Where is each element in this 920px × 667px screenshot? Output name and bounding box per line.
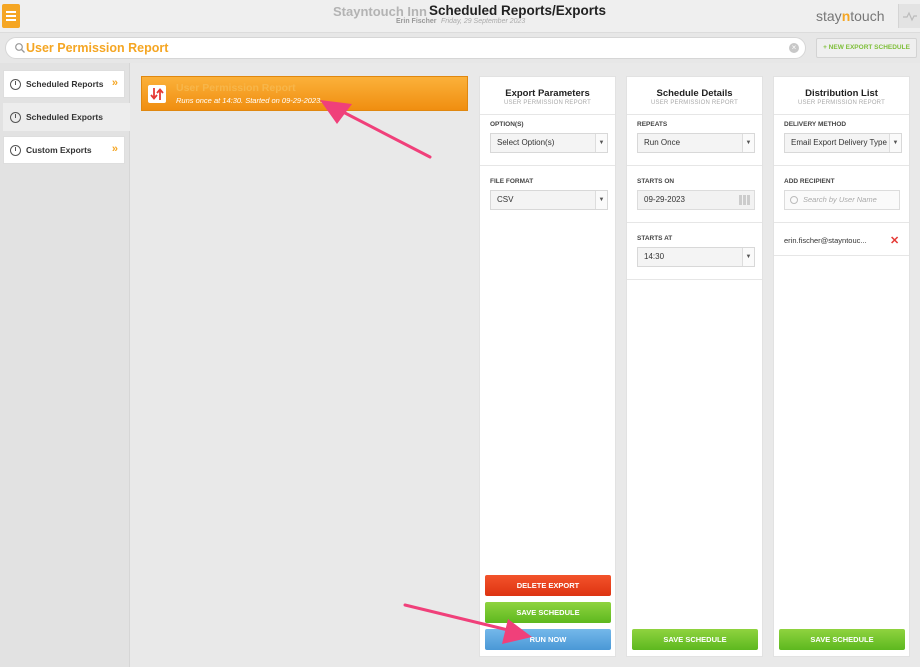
repeats-label: REPEATS [637,121,668,128]
sidebar-item-label: Custom Exports [26,145,92,155]
starts-at-select[interactable]: 14:30 ▼ [637,247,755,267]
starts-on-label: STARTS ON [637,178,675,185]
panel-title: Schedule Details [656,88,733,99]
remove-recipient-icon[interactable]: ✕ [890,234,899,247]
stayntouch-logo: stayntouch [816,8,885,24]
chevron-right-icon: » [111,143,118,155]
sidebar-item-label: Scheduled Reports [26,79,104,89]
top-header: Stayntouch Inn Scheduled Reports/Exports… [0,0,920,33]
export-parameters-panel: Export Parameters USER PERMISSION REPORT… [479,76,616,657]
panel-title: Distribution List [805,88,878,99]
schedule-details-panel: Schedule Details USER PERMISSION REPORT … [626,76,763,657]
clock-icon [10,79,21,90]
options-select[interactable]: Select Option(s) ▼ [490,133,608,153]
save-schedule-button[interactable]: SAVE SCHEDULE [779,629,905,650]
caret-down-icon: ▼ [889,134,901,152]
distribution-list-panel: Distribution List USER PERMISSION REPORT… [773,76,910,657]
run-now-button[interactable]: RUN NOW [485,629,611,650]
panel-subtitle: USER PERMISSION REPORT [504,100,591,106]
add-recipient-label: ADD RECIPIENT [784,178,835,185]
delivery-method-select[interactable]: Email Export Delivery Type ▼ [784,133,902,153]
report-list-item[interactable]: User Permission Report Runs once at 14:3… [141,76,468,111]
file-format-label: FILE FORMAT [490,178,534,185]
chevron-right-icon: » [111,77,118,89]
calendar-icon [739,195,750,205]
new-export-schedule-button[interactable]: + NEW EXPORT SCHEDULE [816,38,917,58]
delete-export-button[interactable]: DELETE EXPORT [485,575,611,596]
caret-down-icon: ▼ [595,134,607,152]
caret-down-icon: ▼ [742,134,754,152]
repeats-select[interactable]: Run Once ▼ [637,133,755,153]
clear-search-icon[interactable]: × [789,43,799,53]
save-schedule-button[interactable]: SAVE SCHEDULE [632,629,758,650]
clock-icon [10,145,21,156]
user-name: Erin Fischer [396,18,437,25]
caret-down-icon: ▼ [742,248,754,266]
recipient-email: erin.fischer@stayntouc... [784,236,867,245]
delivery-method-label: DELIVERY METHOD [784,121,847,128]
search-value: User Permission Report [26,41,169,55]
page-title: Scheduled Reports/Exports [429,3,607,18]
hotel-name: Stayntouch Inn [333,4,427,19]
sidebar-item-scheduled-reports[interactable]: Scheduled Reports » [3,70,125,98]
sidebar: Scheduled Reports » Scheduled Exports Cu… [0,63,130,667]
caret-down-icon: ▼ [595,191,607,209]
starts-at-label: STARTS AT [637,235,673,242]
sidebar-item-scheduled-exports[interactable]: Scheduled Exports [3,103,130,131]
report-name: User Permission Report [176,82,296,94]
activity-pulse-icon[interactable] [898,4,920,28]
export-arrows-icon [148,85,166,103]
recipient-search-input[interactable]: Search by User Name [784,190,900,210]
hamburger-menu-icon[interactable] [2,4,20,28]
report-schedule-summary: Runs once at 14:30. Started on 09-29-202… [176,96,323,105]
save-schedule-button[interactable]: SAVE SCHEDULE [485,602,611,623]
panel-subtitle: USER PERMISSION REPORT [798,100,885,106]
panel-title: Export Parameters [505,88,590,99]
search-icon [15,43,25,53]
starts-on-date-field[interactable]: 09-29-2023 [637,190,755,210]
panel-subtitle: USER PERMISSION REPORT [651,100,738,106]
search-icon [790,196,798,204]
options-label: OPTION(S) [490,121,524,128]
sidebar-item-custom-exports[interactable]: Custom Exports » [3,136,125,164]
business-date: Friday, 29 September 2023 [441,18,526,25]
search-input[interactable]: User Permission Report × [5,37,806,59]
sidebar-item-label: Scheduled Exports [26,112,103,122]
search-bar-row: User Permission Report × + NEW EXPORT SC… [0,33,920,63]
clock-icon [10,112,21,123]
file-format-select[interactable]: CSV ▼ [490,190,608,210]
